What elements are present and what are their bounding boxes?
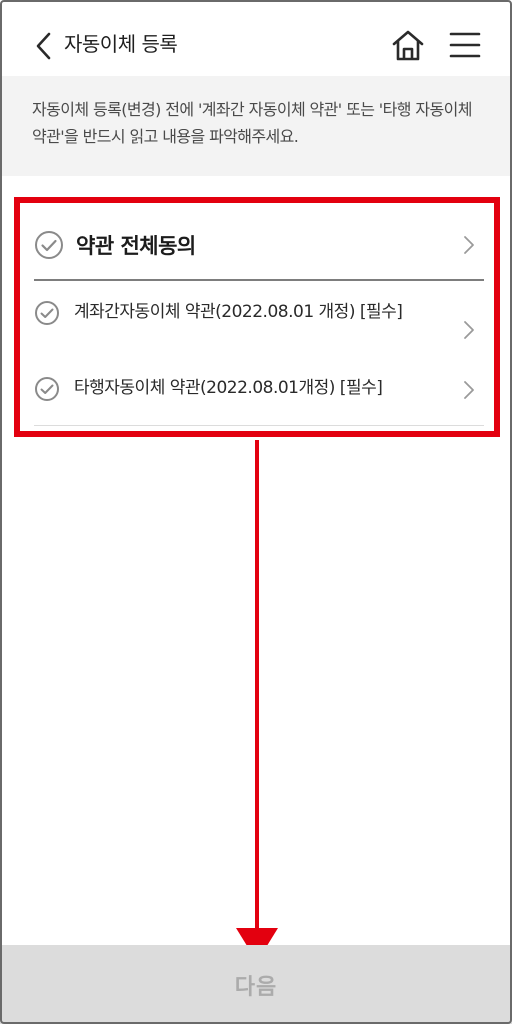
agree-all-label: 약관 전체동의 [76, 234, 196, 258]
divider [34, 425, 484, 426]
term-item-inter-account[interactable]: 계좌간자동이체 약관(2022.08.01 개정) [필수] [34, 299, 482, 339]
check-circle-icon[interactable] [34, 300, 60, 326]
term-item-other-bank[interactable]: 타행자동이체 약관(2022.08.01개정) [필수] [34, 375, 482, 402]
home-icon [392, 30, 424, 61]
check-circle-icon[interactable] [34, 230, 64, 260]
chevron-right-icon[interactable] [462, 234, 476, 256]
agree-all-row[interactable]: 약관 전체동의 [34, 223, 482, 267]
divider [34, 279, 484, 281]
back-button[interactable] [28, 28, 58, 64]
home-button[interactable] [390, 28, 426, 62]
notice-banner: 자동이체 등록(변경) 전에 '계좌간 자동이체 약관' 또는 '타행 자동이체… [0, 76, 512, 176]
hamburger-menu-icon [449, 32, 481, 58]
next-button[interactable]: 다음 [0, 945, 512, 1024]
terms-panel: 약관 전체동의 계좌간자동이체 약관(2022.08.01 개정) [필수] 타… [14, 197, 500, 437]
chevron-right-icon[interactable] [462, 379, 476, 401]
chevron-left-icon [36, 32, 51, 60]
app-header: 자동이체 등록 [0, 0, 512, 76]
annotation-arrow-shaft [255, 440, 259, 935]
next-button-label: 다음 [234, 974, 278, 1000]
term-item-label: 타행자동이체 약관(2022.08.01개정) [필수] [74, 378, 383, 398]
check-circle-icon[interactable] [34, 376, 60, 402]
menu-button[interactable] [448, 30, 482, 60]
term-item-label: 계좌간자동이체 약관(2022.08.01 개정) [필수] [74, 302, 403, 322]
page-title: 자동이체 등록 [64, 32, 178, 56]
chevron-right-icon[interactable] [462, 319, 476, 341]
